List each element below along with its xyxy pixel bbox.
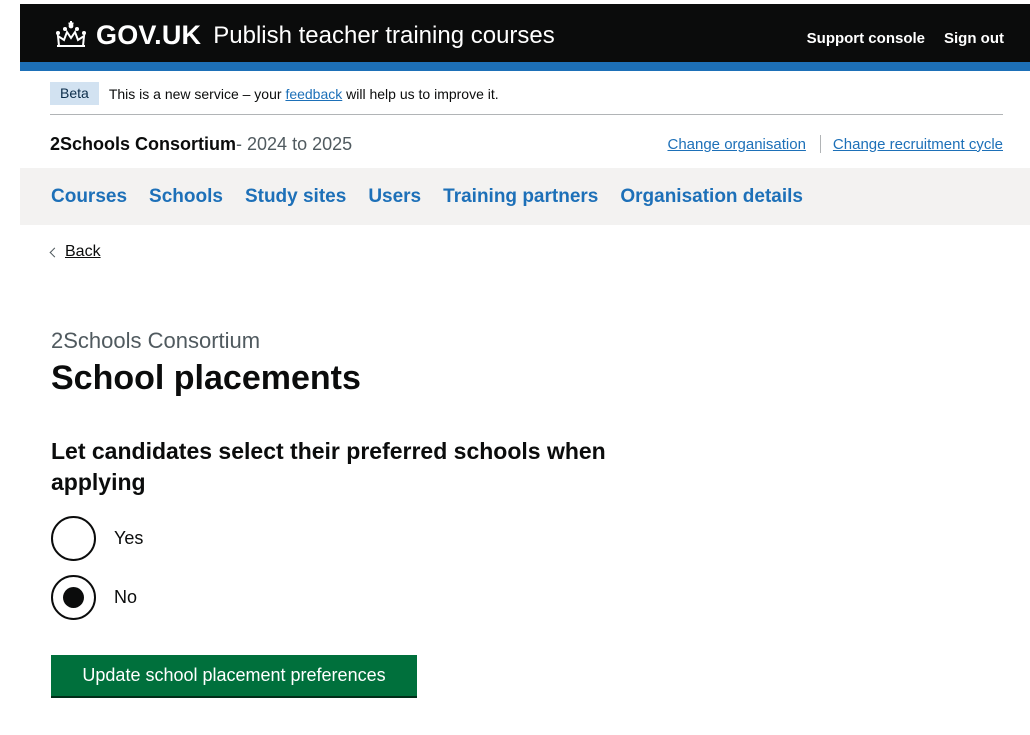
page-title: School placements xyxy=(51,359,361,397)
support-console-link[interactable]: Support console xyxy=(807,30,925,47)
radio-option-yes[interactable]: Yes xyxy=(51,516,143,561)
sign-out-link[interactable]: Sign out xyxy=(944,30,1004,47)
organisation-bar: 2Schools Consortium - 2024 to 2025 Chang… xyxy=(50,131,1003,157)
radio-button-no[interactable] xyxy=(51,575,96,620)
phase-text-before: This is a new service – your xyxy=(108,86,286,102)
organisation-name: 2Schools Consortium xyxy=(50,133,237,154)
nav-item-schools[interactable]: Schools xyxy=(149,186,223,208)
page-caption: 2Schools Consortium xyxy=(51,328,261,353)
service-name[interactable]: Publish teacher training courses xyxy=(213,22,555,50)
radio-button-yes[interactable] xyxy=(51,516,96,561)
nav-item-organisation-details[interactable]: Organisation details xyxy=(620,186,803,208)
recruitment-cycle: - 2024 to 2025 xyxy=(236,133,353,154)
chevron-left-icon xyxy=(49,247,60,257)
nav-item-courses[interactable]: Courses xyxy=(51,186,127,208)
crown-icon xyxy=(56,21,86,47)
nav-list: Courses Schools Study sites Users Traini… xyxy=(51,168,803,225)
beta-tag: Beta xyxy=(50,82,99,105)
primary-navigation: Courses Schools Study sites Users Traini… xyxy=(20,168,1030,225)
radio-label-yes[interactable]: Yes xyxy=(114,528,143,549)
question-legend: Let candidates select their preferred sc… xyxy=(51,438,606,495)
back-link-label: Back xyxy=(65,243,101,260)
radio-option-no[interactable]: No xyxy=(51,575,137,620)
phase-banner-text: This is a new service – your feedback wi… xyxy=(109,86,499,102)
nav-item-study-sites[interactable]: Study sites xyxy=(245,186,346,208)
update-preferences-button[interactable]: Update school placement preferences xyxy=(51,655,417,696)
radio-label-no[interactable]: No xyxy=(114,587,137,608)
header-container: GOV.UK Publish teacher training courses … xyxy=(52,4,1004,66)
header-navigation: Support console Sign out xyxy=(807,30,1004,47)
feedback-link[interactable]: feedback xyxy=(285,86,342,102)
phase-text-after: will help us to improve it. xyxy=(342,86,499,102)
nav-item-users[interactable]: Users xyxy=(368,186,421,208)
govuk-header: GOV.UK Publish teacher training courses … xyxy=(20,4,1030,66)
govuk-logotype[interactable]: GOV.UK xyxy=(96,20,201,51)
link-divider xyxy=(819,135,821,153)
header-blue-bar xyxy=(20,62,1030,71)
change-recruitment-cycle-link[interactable]: Change recruitment cycle xyxy=(833,136,1003,153)
change-organisation-link[interactable]: Change organisation xyxy=(667,136,805,153)
phase-banner: Beta This is a new service – your feedba… xyxy=(50,82,1003,115)
back-link[interactable]: Back xyxy=(49,243,101,261)
nav-item-training-partners[interactable]: Training partners xyxy=(443,186,598,208)
organisation-links: Change organisation Change recruitment c… xyxy=(667,135,1003,153)
